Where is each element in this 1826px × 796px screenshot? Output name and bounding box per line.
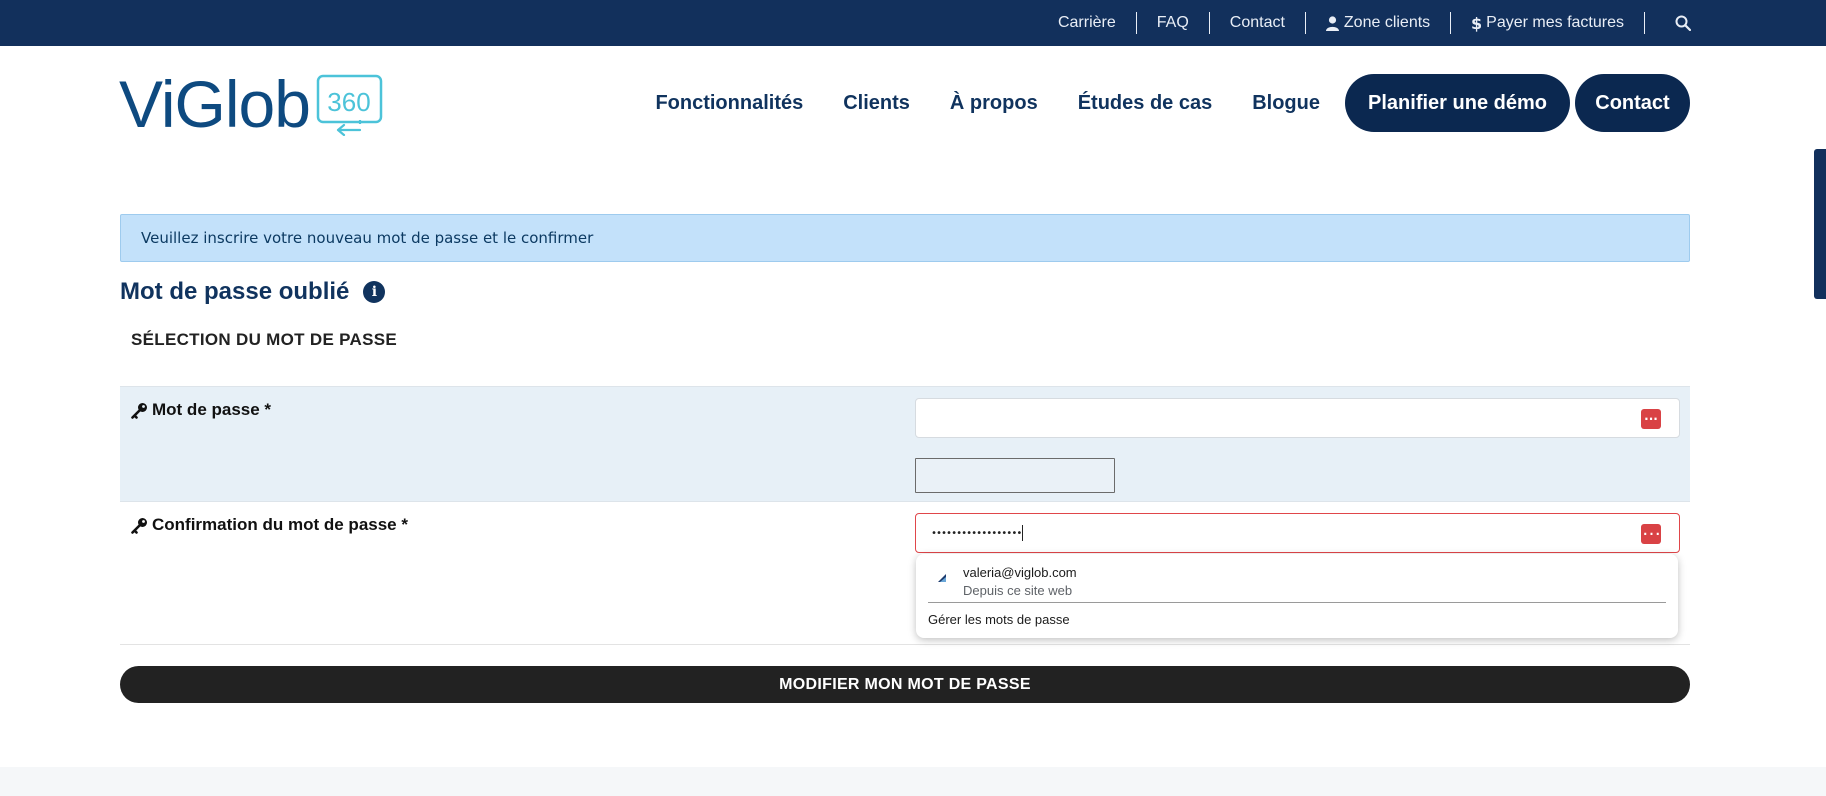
top-link-label: Carrière bbox=[1057, 14, 1116, 31]
password-label-text: Mot de passe * bbox=[152, 400, 272, 419]
autofill-email: valeria@viglob.com bbox=[963, 565, 1077, 580]
nav-fonctionnalites[interactable]: Fonctionnalités bbox=[655, 92, 803, 115]
confirm-password-input[interactable]: •••••••••••••••••• ··· bbox=[915, 513, 1680, 553]
top-link-carriere[interactable]: Carrière bbox=[1038, 12, 1137, 34]
confirm-password-label: Confirmation du mot de passe * bbox=[131, 515, 408, 535]
change-password-button[interactable]: MODIFIER MON MOT DE PASSE bbox=[120, 666, 1690, 703]
side-contact-tab[interactable] bbox=[1814, 149, 1826, 299]
key-icon bbox=[131, 517, 147, 534]
key-icon bbox=[131, 402, 147, 419]
svg-text:$: $ bbox=[1471, 15, 1481, 32]
top-nav: Carrière FAQ Contact Zone clients $ Paye… bbox=[1038, 0, 1691, 46]
nav-clients[interactable]: Clients bbox=[843, 92, 910, 115]
nav-blogue[interactable]: Blogue bbox=[1252, 92, 1320, 115]
password-label: Mot de passe * bbox=[131, 400, 271, 420]
site-favicon-icon bbox=[938, 574, 946, 582]
top-link-label: FAQ bbox=[1156, 14, 1189, 31]
top-link-zone-clients[interactable]: Zone clients bbox=[1306, 12, 1452, 34]
text-caret bbox=[1022, 525, 1024, 541]
alert-message: Veuillez inscrire votre nouveau mot de p… bbox=[141, 229, 594, 247]
password-input[interactable]: ··· bbox=[915, 398, 1680, 438]
top-link-faq[interactable]: FAQ bbox=[1137, 12, 1210, 34]
info-icon[interactable]: i bbox=[363, 281, 386, 303]
password-row: Mot de passe * ··· bbox=[120, 386, 1690, 502]
info-alert: Veuillez inscrire votre nouveau mot de p… bbox=[120, 214, 1690, 262]
logo-badge: 360 bbox=[316, 74, 383, 136]
section-title: SÉLECTION DU MOT DE PASSE bbox=[131, 330, 397, 349]
logo-text: ViGlob bbox=[119, 67, 311, 141]
top-link-label: Contact bbox=[1229, 14, 1285, 31]
search-icon bbox=[1675, 15, 1691, 31]
top-link-payer-factures[interactable]: $ Payer mes factures bbox=[1451, 12, 1645, 34]
password-autofill-popup: valeria@viglob.com Depuis ce site web Gé… bbox=[916, 554, 1678, 638]
autofill-divider bbox=[928, 602, 1666, 603]
logo-badge-text: 360 bbox=[327, 87, 370, 117]
confirm-password-label-text: Confirmation du mot de passe * bbox=[152, 515, 408, 534]
autofill-account-option[interactable]: valeria@viglob.com Depuis ce site web bbox=[916, 554, 1678, 604]
autofill-source: Depuis ce site web bbox=[963, 583, 1073, 598]
footer-band bbox=[0, 767, 1826, 796]
viglob-logo[interactable]: ViGlob 360 bbox=[119, 67, 384, 141]
contact-button[interactable]: Contact bbox=[1575, 74, 1690, 132]
user-icon bbox=[1325, 15, 1339, 31]
top-utility-bar: Carrière FAQ Contact Zone clients $ Paye… bbox=[0, 0, 1826, 46]
top-link-label: Payer mes factures bbox=[1486, 14, 1624, 31]
plan-demo-button[interactable]: Planifier une démo bbox=[1345, 74, 1570, 132]
dollar-icon: $ bbox=[1471, 15, 1481, 32]
top-link-contact[interactable]: Contact bbox=[1210, 12, 1306, 34]
manage-passwords-link[interactable]: Gérer les mots de passe bbox=[928, 608, 1070, 630]
confirm-password-value: •••••••••••••••••• bbox=[931, 527, 1022, 539]
search-button[interactable] bbox=[1645, 15, 1691, 31]
nav-etudes-de-cas[interactable]: Études de cas bbox=[1078, 92, 1213, 115]
page-title: Mot de passe oublié bbox=[120, 278, 350, 305]
password-manager-icon[interactable]: ··· bbox=[1641, 524, 1661, 544]
password-manager-icon[interactable]: ··· bbox=[1641, 409, 1661, 429]
top-link-label: Zone clients bbox=[1343, 14, 1431, 31]
page-title-block: Mot de passe oublié i bbox=[120, 278, 386, 306]
main-nav: Fonctionnalités Clients À propos Études … bbox=[655, 74, 1690, 132]
password-strength-box bbox=[915, 458, 1115, 493]
nav-a-propos[interactable]: À propos bbox=[950, 92, 1038, 115]
